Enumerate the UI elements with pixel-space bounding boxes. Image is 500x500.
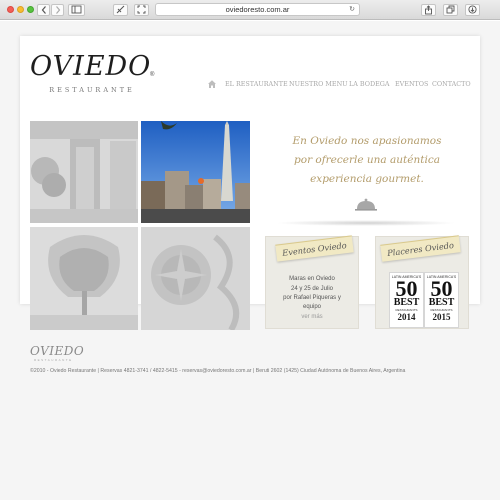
cloche-icon	[355, 198, 377, 211]
download-icon	[468, 5, 477, 14]
award-year: 2015	[432, 312, 451, 322]
footer-logo: OVIEDO	[30, 344, 85, 358]
share-icon	[425, 5, 432, 15]
footer-info: ©2010 - Oviedo Restaurante | Reservas 48…	[30, 368, 406, 374]
reload-icon[interactable]: ↻	[349, 4, 355, 15]
sidebar-button[interactable]	[68, 4, 85, 16]
extension-button[interactable]	[113, 4, 128, 16]
quote-shadow	[276, 220, 456, 226]
footer-logo-subtitle: RESTAURANTE	[34, 358, 73, 362]
quote-line: por ofrecerle una auténtica	[294, 154, 440, 166]
event-title[interactable]: Maras en Oviedo	[265, 275, 359, 284]
home-icon[interactable]	[207, 79, 217, 89]
site-logo[interactable]: OVIEDO	[30, 52, 154, 82]
award-best: BEST	[393, 297, 420, 308]
chevron-left-icon	[41, 6, 46, 14]
nav-nuestro-menu[interactable]: NUESTRO MENU	[289, 80, 348, 88]
event-line: 24 y 25 de Julio	[290, 286, 334, 292]
quote-text: En Oviedo nos apasionamos por ofrecerle …	[272, 132, 462, 189]
url-text: oviedoresto.com.ar	[225, 5, 290, 14]
address-bar[interactable]: oviedoresto.com.ar ↻	[155, 3, 360, 16]
extension-icon	[116, 5, 125, 14]
logo-subtitle: RESTAURANTE	[49, 86, 135, 94]
tabs-button[interactable]	[443, 4, 458, 16]
sidebar-icon	[71, 5, 82, 14]
photo-floralis	[30, 227, 138, 330]
tabs-icon	[446, 5, 455, 14]
nav-el-restaurante[interactable]: EL RESTAURANTE	[225, 80, 288, 88]
photo-restaurant-interior	[30, 121, 138, 223]
award-number: 50	[395, 276, 418, 301]
award-best: BEST	[428, 297, 455, 308]
events-more-link[interactable]: ver más	[265, 313, 359, 322]
fullscreen-button[interactable]	[134, 4, 149, 16]
download-button[interactable]	[465, 4, 480, 16]
minimize-window-button[interactable]	[17, 6, 24, 13]
photo-obelisco	[141, 121, 250, 223]
browser-toolbar: oviedoresto.com.ar ↻ +	[0, 0, 500, 32]
nav-eventos[interactable]: EVENTOS	[395, 80, 428, 88]
photo-ornament	[141, 227, 250, 330]
award-number: 50	[430, 276, 453, 301]
share-button[interactable]	[421, 4, 436, 16]
forward-button[interactable]	[51, 4, 64, 16]
back-button[interactable]	[37, 4, 50, 16]
registered-mark: ®	[150, 72, 155, 78]
event-line: por Rafael Piqueras y	[283, 295, 341, 301]
fullscreen-icon	[137, 5, 146, 14]
chevron-right-icon	[55, 6, 60, 14]
close-window-button[interactable]	[7, 6, 14, 13]
nav-la-bodega[interactable]: LA BODEGA	[349, 80, 389, 88]
maximize-window-button[interactable]	[27, 6, 34, 13]
event-line: equipo	[302, 304, 322, 310]
nav-contacto[interactable]: CONTACTO	[432, 80, 471, 88]
quote-line: experiencia gourmet.	[310, 173, 424, 185]
award-year: 2014	[397, 312, 416, 322]
award-badge-2015[interactable]: LATIN AMERICA'S 50 BEST RESTAURANTS 2015	[424, 272, 459, 328]
quote-line: En Oviedo nos apasionamos	[292, 135, 442, 147]
award-badge-2014[interactable]: LATIN AMERICA'S 50 BEST RESTAURANTS 2014	[389, 272, 424, 328]
